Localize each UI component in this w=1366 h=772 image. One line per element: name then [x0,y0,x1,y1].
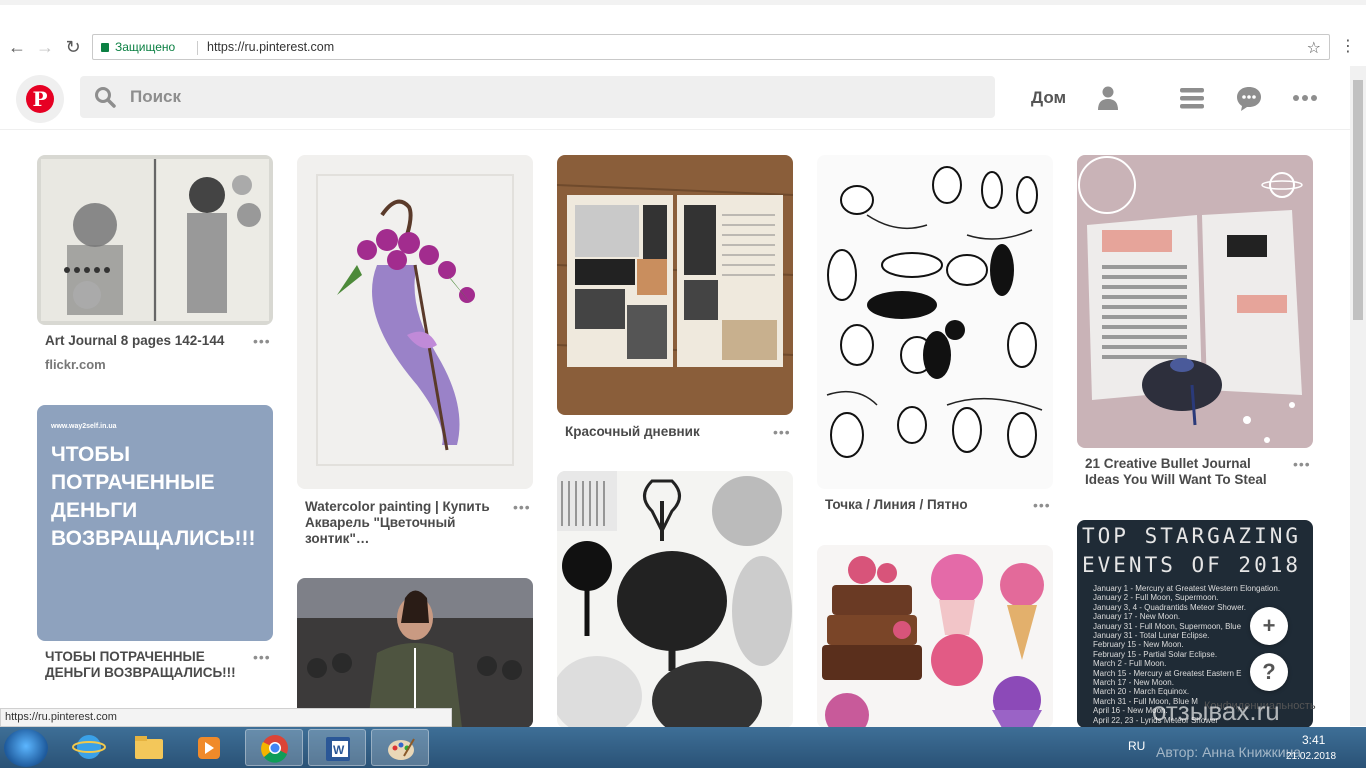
pin-image-quote[interactable]: www.way2self.in.ua ЧТОБЫ ПОТРАЧЕННЫЕ ДЕН… [37,405,273,641]
pinterest-logo[interactable]: P [16,75,64,123]
pin-card[interactable]: Watercolor painting | Купить Акварель "Ц… [297,155,533,555]
pin-card[interactable]: Art Journal 8 pages 142-144 flickr.com •… [37,155,273,385]
pin-card[interactable] [297,578,533,728]
tab-strip-stripe [0,0,1366,5]
stargazing-title-line-2: EVENTS OF 2018 [1082,553,1302,577]
pin-image-notebook[interactable] [557,155,793,415]
pin-image-small-text: www.way2self.in.ua [51,423,117,430]
pin-more-button[interactable]: ••• [253,649,271,665]
internet-explorer-icon [72,735,106,759]
vertical-scrollbar[interactable] [1350,66,1366,726]
folder-icon [135,736,163,759]
paint-icon [388,738,415,760]
back-arrow-icon[interactable]: ← [6,36,28,58]
pinterest-header: P Дом [0,66,1350,130]
url-text[interactable]: https://ru.pinterest.com [207,40,334,54]
pin-more-button[interactable]: ••• [1033,497,1051,513]
chrome-icon [261,735,288,763]
pin-more-button[interactable]: ••• [513,499,531,515]
browser-toolbar: ← → ↻ Защищено https://ru.pinterest.com … [0,32,1366,62]
pin-card[interactable]: 21 Creative Bullet Journal Ideas You Wil… [1077,155,1313,500]
pin-title[interactable]: ЧТОБЫ ПОТРАЧЕННЫЕ ДЕНЬГИ ВОЗВРАЩАЛИСЬ!!! [45,649,255,681]
taskbar-chrome-button[interactable] [245,729,303,766]
pin-image-cakes[interactable] [817,545,1053,728]
pin-image-umbrella[interactable] [297,155,533,489]
more-options-icon[interactable] [1291,84,1319,112]
messages-icon[interactable] [1235,84,1263,112]
home-link[interactable]: Дом [1031,88,1066,108]
pin-card[interactable]: Точка / Линия / Пятно ••• [817,155,1053,525]
add-pin-button[interactable]: + [1250,607,1288,645]
pin-image-art-journal[interactable] [37,155,273,325]
help-button[interactable]: ? [1250,653,1288,691]
pinterest-p-icon: P [26,85,54,113]
taskbar-ie-button[interactable] [60,729,118,766]
stargazing-title-line-1: TOP STARGAZING [1082,524,1302,548]
taskbar-media-button[interactable] [180,729,238,766]
profile-icon[interactable] [1094,84,1122,112]
pin-card[interactable]: www.way2self.in.ua ЧТОБЫ ПОТРАЧЕННЫЕ ДЕН… [37,405,273,690]
watermark-text: отзывах.ru [1152,696,1280,726]
pin-card[interactable] [557,471,793,728]
pin-title[interactable]: Точка / Линия / Пятно [825,497,968,513]
taskbar-explorer-button[interactable] [120,729,178,766]
media-player-icon [198,737,220,759]
reload-icon[interactable]: ↻ [62,36,84,58]
secure-indicator[interactable]: Защищено [101,40,175,54]
pin-more-button[interactable]: ••• [773,424,791,440]
pin-more-button[interactable]: ••• [253,333,271,349]
pin-source[interactable]: flickr.com [45,357,106,372]
watermark-author: Автор: Анна Книжкина [1156,744,1302,760]
browser-tab-strip [0,0,1366,32]
search-input[interactable] [130,76,970,118]
pin-image-cats[interactable] [817,155,1053,489]
search-icon [95,87,116,108]
pin-title[interactable]: Watercolor painting | Купить Акварель "Ц… [305,499,505,547]
secure-label: Защищено [115,40,176,54]
scrollbar-thumb[interactable] [1353,80,1363,320]
svg-text:W: W [333,743,345,757]
pin-card[interactable] [817,545,1053,728]
address-separator [197,41,198,55]
pin-card[interactable]: Красочный дневник ••• [557,155,793,455]
address-bar[interactable]: Защищено https://ru.pinterest.com ☆ [92,34,1330,60]
pin-more-button[interactable]: ••• [1293,456,1311,472]
bookmark-star-icon[interactable]: ☆ [1307,38,1321,58]
forward-arrow-icon[interactable]: → [34,36,56,58]
language-indicator[interactable]: RU [1128,739,1145,753]
stargazing-event: January 2 - Full Moon, Supermoon. [1093,593,1219,603]
pin-image-fashion[interactable] [297,578,533,728]
browser-menu-icon[interactable]: ⋮ [1340,36,1356,56]
pin-title[interactable]: Art Journal 8 pages 142-144 [45,333,245,349]
lock-icon [101,43,109,52]
start-button[interactable] [4,729,48,767]
pin-image-trees[interactable] [557,471,793,728]
pin-title[interactable]: Красочный дневник [565,424,700,440]
taskbar-paint-button[interactable] [371,729,429,766]
pin-image-bullet-journal[interactable] [1077,155,1313,448]
stargazing-event: January 1 - Mercury at Greatest Western … [1093,584,1281,593]
following-icon[interactable] [1178,84,1206,112]
pin-image-text: ЧТОБЫ ПОТРАЧЕННЫЕ ДЕНЬГИ ВОЗВРАЩАЛИСЬ!!! [51,443,256,550]
word-icon: W [326,737,350,761]
pin-title[interactable]: 21 Creative Bullet Journal Ideas You Wil… [1085,456,1285,488]
taskbar-word-button[interactable]: W [308,729,366,766]
browser-status-bar: https://ru.pinterest.com [0,708,452,727]
search-bar[interactable] [80,76,995,118]
clock-time[interactable]: 3:41 [1302,733,1325,747]
